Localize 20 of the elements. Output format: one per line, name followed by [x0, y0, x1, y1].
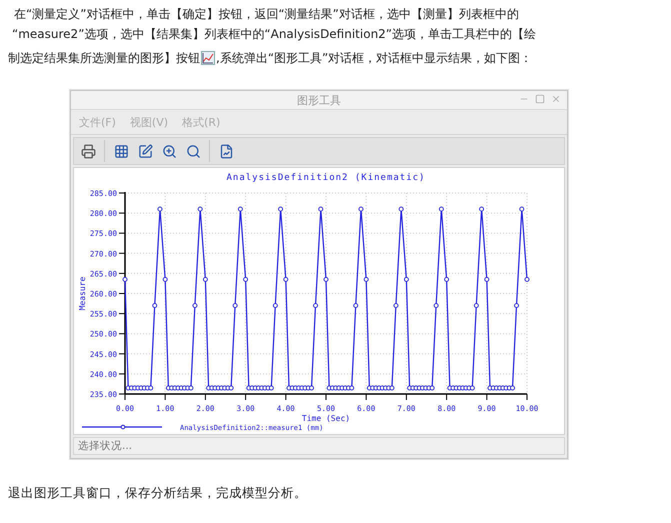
- chart-file-icon: [218, 144, 234, 158]
- intro-text: 制选定结果集所选测量的图形】按钮: [8, 50, 200, 67]
- chart-button-icon: [201, 51, 215, 65]
- zoom-in-icon: [162, 144, 176, 158]
- menu-item[interactable]: 视图(V): [130, 114, 168, 130]
- printer-icon: [80, 144, 96, 158]
- intro-text-continued: ,系统弹出“图形工具”对话框，对话框中显示结果，如下图：: [216, 50, 532, 67]
- closing-text: 退出图形工具窗口，保存分析结果，完成模型分析。: [8, 485, 308, 502]
- intro-text: 在“测量定义”对话框中，单击【确定】按钮，返回“测量结果”对话框，选中【测量】列表框中的: [14, 6, 519, 23]
- y-axis-label: Measure: [78, 276, 87, 310]
- grid-icon: [114, 144, 128, 158]
- zoom-window-icon: [186, 144, 200, 158]
- menu-item[interactable]: 格式(R): [182, 114, 220, 130]
- intro-text: “measure2”选项，选中【结果集】列表框中的“AnalysisDefinition2”选项，单击工具栏中的【绘: [12, 26, 536, 43]
- status-text: 选择状况...: [78, 439, 132, 453]
- x-axis-label: Time (Sec): [302, 414, 350, 423]
- window-title: 图形工具: [297, 92, 341, 108]
- chart-title: AnalysisDefinition2 (Kinematic): [226, 173, 426, 183]
- menu-item[interactable]: 文件(F): [79, 114, 116, 130]
- pen-square-icon: [138, 144, 152, 158]
